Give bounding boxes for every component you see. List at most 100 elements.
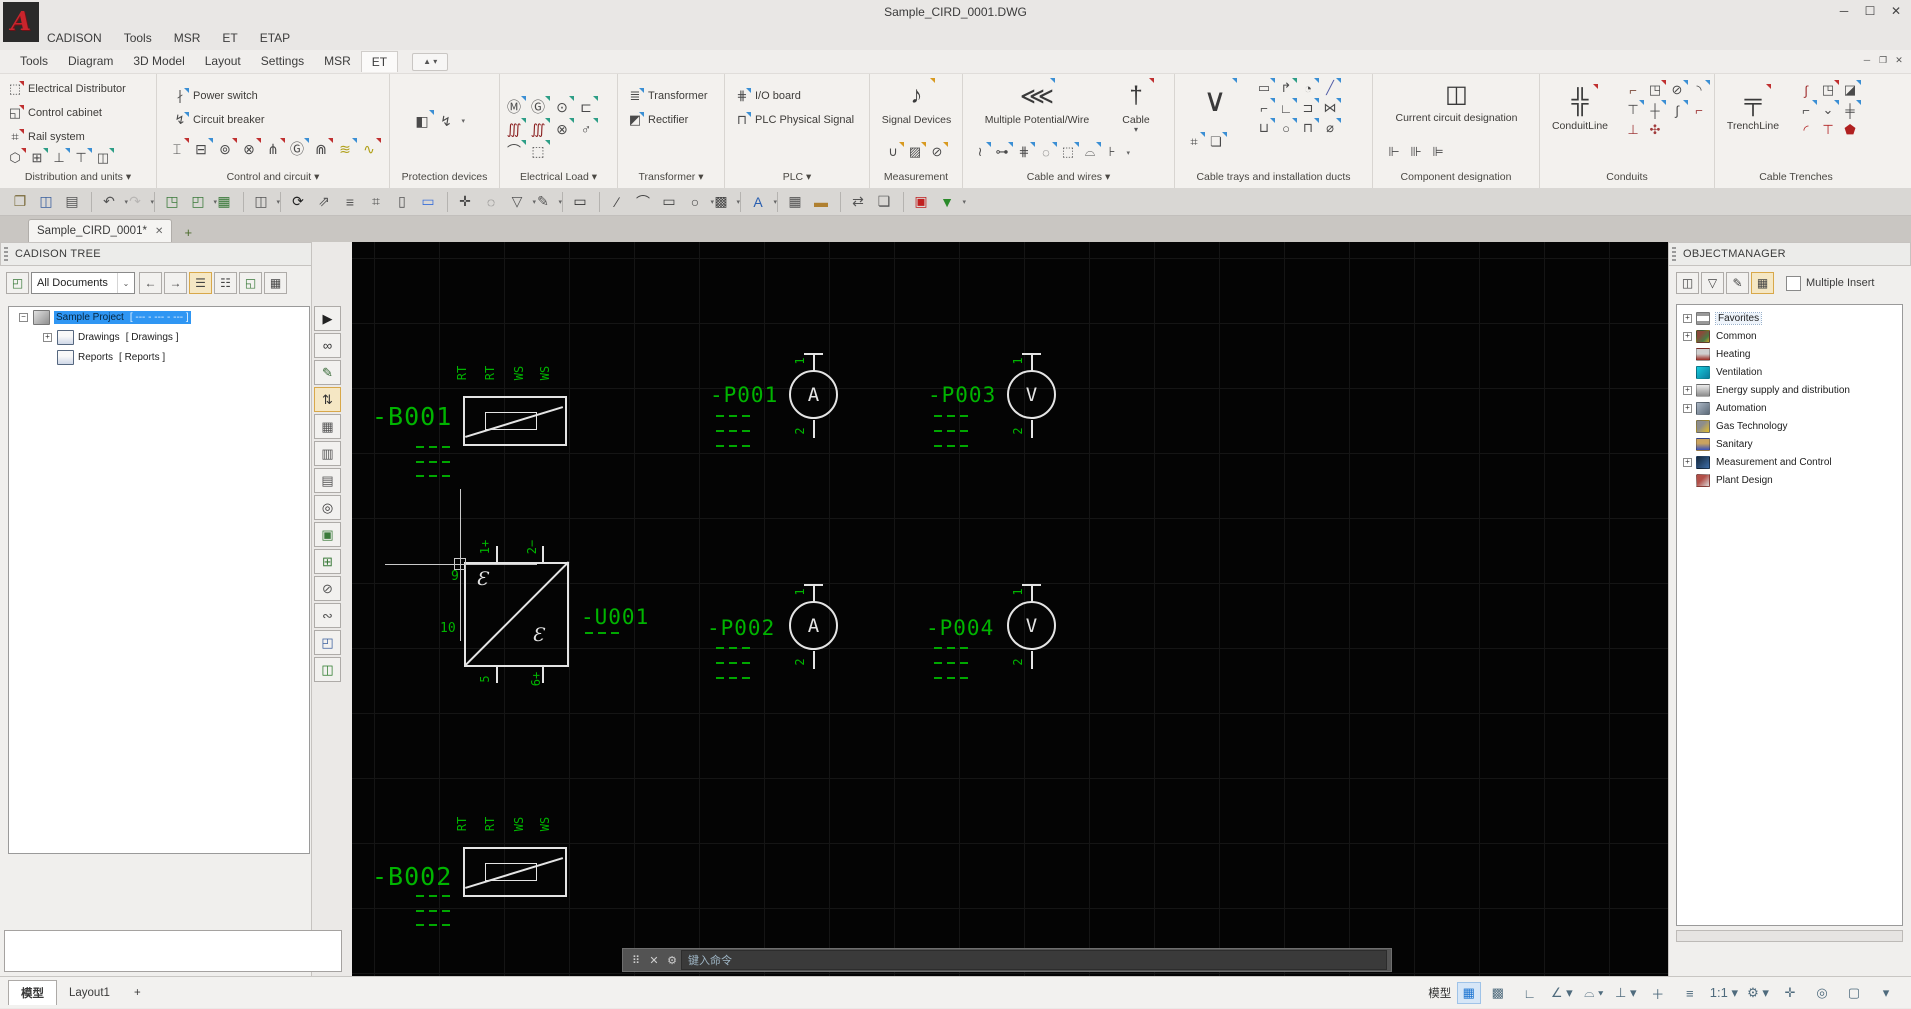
device-tag-p001[interactable]: -P001 — [710, 383, 778, 407]
tree-item-sample-project[interactable]: Sample Project [ --- - --- - --- ] — [54, 311, 191, 324]
load-frame-icon[interactable]: ⬚ — [526, 140, 550, 162]
collapse-icon[interactable]: − — [19, 313, 28, 322]
sort-button[interactable]: ⇅ — [314, 387, 341, 412]
duct-gate-icon[interactable]: ⊓ — [1297, 118, 1319, 138]
green-filter-button[interactable]: ▼ — [935, 191, 959, 213]
cable-single-icon[interactable]: ⊦ — [1101, 142, 1123, 162]
expand-icon[interactable]: + — [1683, 314, 1692, 323]
expand-icon[interactable]: + — [1683, 332, 1692, 341]
toolbar-separator[interactable] — [903, 192, 904, 212]
dynamic-input-toggle[interactable]: ＋ — [1643, 982, 1673, 1004]
new-document-tab-button[interactable]: + — [178, 222, 198, 242]
menu-item[interactable]: ET — [222, 31, 237, 45]
ribbon-collapse-button[interactable]: ▲ ▾ — [412, 53, 448, 71]
ribbon-group-label[interactable]: Electrical Load ▾ — [500, 171, 617, 187]
duct-slope-icon[interactable]: ╱ — [1319, 78, 1341, 98]
bridge-icon[interactable]: ⋒ — [309, 138, 333, 160]
document-filter-select[interactable]: All Documents ⌄ — [31, 272, 135, 294]
toolbar-separator[interactable] — [280, 192, 281, 212]
generator-icon[interactable]: Ⓖ — [285, 138, 309, 160]
duct-straight-icon[interactable]: ▭ — [1253, 78, 1275, 98]
tree-item-measurement[interactable]: + Measurement and Control — [1677, 453, 1902, 471]
ribbon-group-label[interactable]: PLC ▾ — [725, 171, 869, 187]
add-layout-tab[interactable]: + — [122, 981, 153, 1005]
table-add-button[interactable]: ▤ — [314, 468, 341, 493]
run-report-button[interactable]: ▶ — [314, 306, 341, 331]
tray-copy-icon[interactable]: ❏ — [1205, 132, 1227, 152]
list-view-button[interactable]: ☰ — [189, 272, 212, 294]
object-manager-header[interactable]: OBJECTMANAGER — [1668, 242, 1911, 266]
workspace-switch[interactable]: ⚙ ▾ — [1743, 982, 1773, 1004]
panel-grip-icon[interactable] — [4, 247, 8, 261]
sheet-button[interactable]: ▯ — [390, 191, 414, 213]
menu-3d-model[interactable]: 3D Model — [123, 51, 194, 72]
lineweight-toggle[interactable]: ≡ — [1675, 982, 1705, 1004]
om-edit-button[interactable]: ✎ — [1726, 272, 1749, 294]
ribbon-group-label[interactable]: Cable and wires ▾ — [963, 171, 1174, 187]
tree-item-heating[interactable]: Heating — [1677, 345, 1902, 363]
polar-tracking-toggle[interactable]: ∠ ▾ — [1547, 982, 1577, 1004]
annotation-monitor[interactable]: ✛ — [1775, 982, 1805, 1004]
new-frame-button[interactable]: ◳ — [160, 191, 184, 213]
table-view-button[interactable]: ▦ — [264, 272, 287, 294]
stop-button[interactable]: ▣ — [909, 191, 933, 213]
table-button[interactable]: ▦ — [783, 191, 807, 213]
new-document-button[interactable]: ◰ — [6, 272, 29, 294]
tree-item-sanitary[interactable]: Sanitary — [1677, 435, 1902, 453]
device-tag-b002[interactable]: -B002 — [372, 862, 452, 891]
duct-tee-icon[interactable]: ⊐ — [1297, 98, 1319, 118]
move-button[interactable]: ✛ — [453, 191, 477, 213]
layout1-tab[interactable]: Layout1 — [57, 981, 122, 1005]
ribbon-group-label[interactable]: Control and circuit ▾ — [157, 171, 389, 187]
duct-sphere-icon[interactable]: ◔ — [1297, 78, 1319, 98]
insert-image-button[interactable]: ▣ — [314, 522, 341, 547]
om-grid-button[interactable]: ▦ — [1751, 272, 1774, 294]
plug-icon[interactable]: ♂ — [574, 118, 598, 140]
motor-icon[interactable]: Ⓜ — [502, 96, 526, 118]
cadison-tree-header[interactable]: CADISON TREE — [0, 242, 312, 266]
tree-item-common[interactable]: + Common — [1677, 327, 1902, 345]
color-bar-button[interactable]: ▬ — [809, 191, 833, 213]
object-snap-toggle[interactable]: ⊥ ▾ — [1611, 982, 1641, 1004]
trench-corner-icon[interactable]: ⌐ — [1795, 100, 1817, 120]
conduit-arc-icon[interactable]: ◝ — [1688, 80, 1710, 100]
open-button[interactable]: ❐ — [8, 191, 32, 213]
designation-terminal-icon[interactable]: ⊪ — [1405, 142, 1427, 162]
cable-tray-button[interactable]: ∨ — [1193, 78, 1237, 122]
new-tab-button[interactable]: ◰ — [186, 191, 210, 213]
wire-node-icon[interactable]: ⊶ — [991, 142, 1013, 162]
menu-layout[interactable]: Layout — [195, 51, 251, 72]
monitor-button[interactable]: ▭ — [568, 191, 592, 213]
sensor-symbol-b002[interactable] — [463, 847, 567, 897]
menu-tools[interactable]: Tools — [10, 51, 58, 72]
align-button[interactable]: ≡ — [338, 191, 362, 213]
menu-item[interactable]: Tools — [124, 31, 152, 45]
conduit-elbow-icon[interactable]: ⌐ — [1622, 80, 1644, 100]
toolbar-separator[interactable] — [91, 192, 92, 212]
protection-switch-icon[interactable]: ↯ — [434, 110, 458, 132]
trench-elbow-red-icon[interactable]: ◜ — [1795, 120, 1817, 140]
copy-docs-button[interactable]: ❏ — [872, 191, 896, 213]
toolbar-separator[interactable] — [740, 192, 741, 212]
menu-item[interactable]: MSR — [174, 31, 201, 45]
isolate-objects[interactable]: ◎ — [1807, 982, 1837, 1004]
isodraft-toggle[interactable]: ⌓ ▾ — [1579, 982, 1609, 1004]
voltmeter-symbol-p004[interactable]: V — [1007, 601, 1056, 650]
trench-wedge-icon[interactable]: ◪ — [1839, 80, 1861, 100]
zoom-window-button[interactable]: ◎ — [314, 495, 341, 520]
tree-item-drawings[interactable]: Drawings [ Drawings ] — [78, 332, 178, 343]
conduit-scurve-icon[interactable]: ∫ — [1666, 100, 1688, 120]
ortho-toggle[interactable]: ∟ — [1515, 982, 1545, 1004]
annotation-scale[interactable]: 1:1 ▾ — [1707, 982, 1741, 1004]
om-columns-button[interactable]: ◫ — [1676, 272, 1699, 294]
fuse-load-switch-icon[interactable]: ⌶ — [165, 138, 189, 160]
conduit-line-button[interactable]: ╬ ConduitLine — [1542, 84, 1618, 132]
toolbar-separator[interactable] — [447, 192, 448, 212]
ribbon-group-label[interactable]: Distribution and units ▾ — [0, 171, 156, 187]
transformer-button[interactable]: ≣ Transformer — [626, 84, 708, 108]
close-icon[interactable]: ✕ — [155, 226, 163, 237]
trench-cross-icon[interactable]: ╪ — [1839, 100, 1861, 120]
close-icon[interactable]: ✕ — [645, 954, 663, 967]
table-sum-button[interactable]: ▦ — [314, 414, 341, 439]
antenna-icon[interactable]: ⌒ — [502, 140, 526, 162]
